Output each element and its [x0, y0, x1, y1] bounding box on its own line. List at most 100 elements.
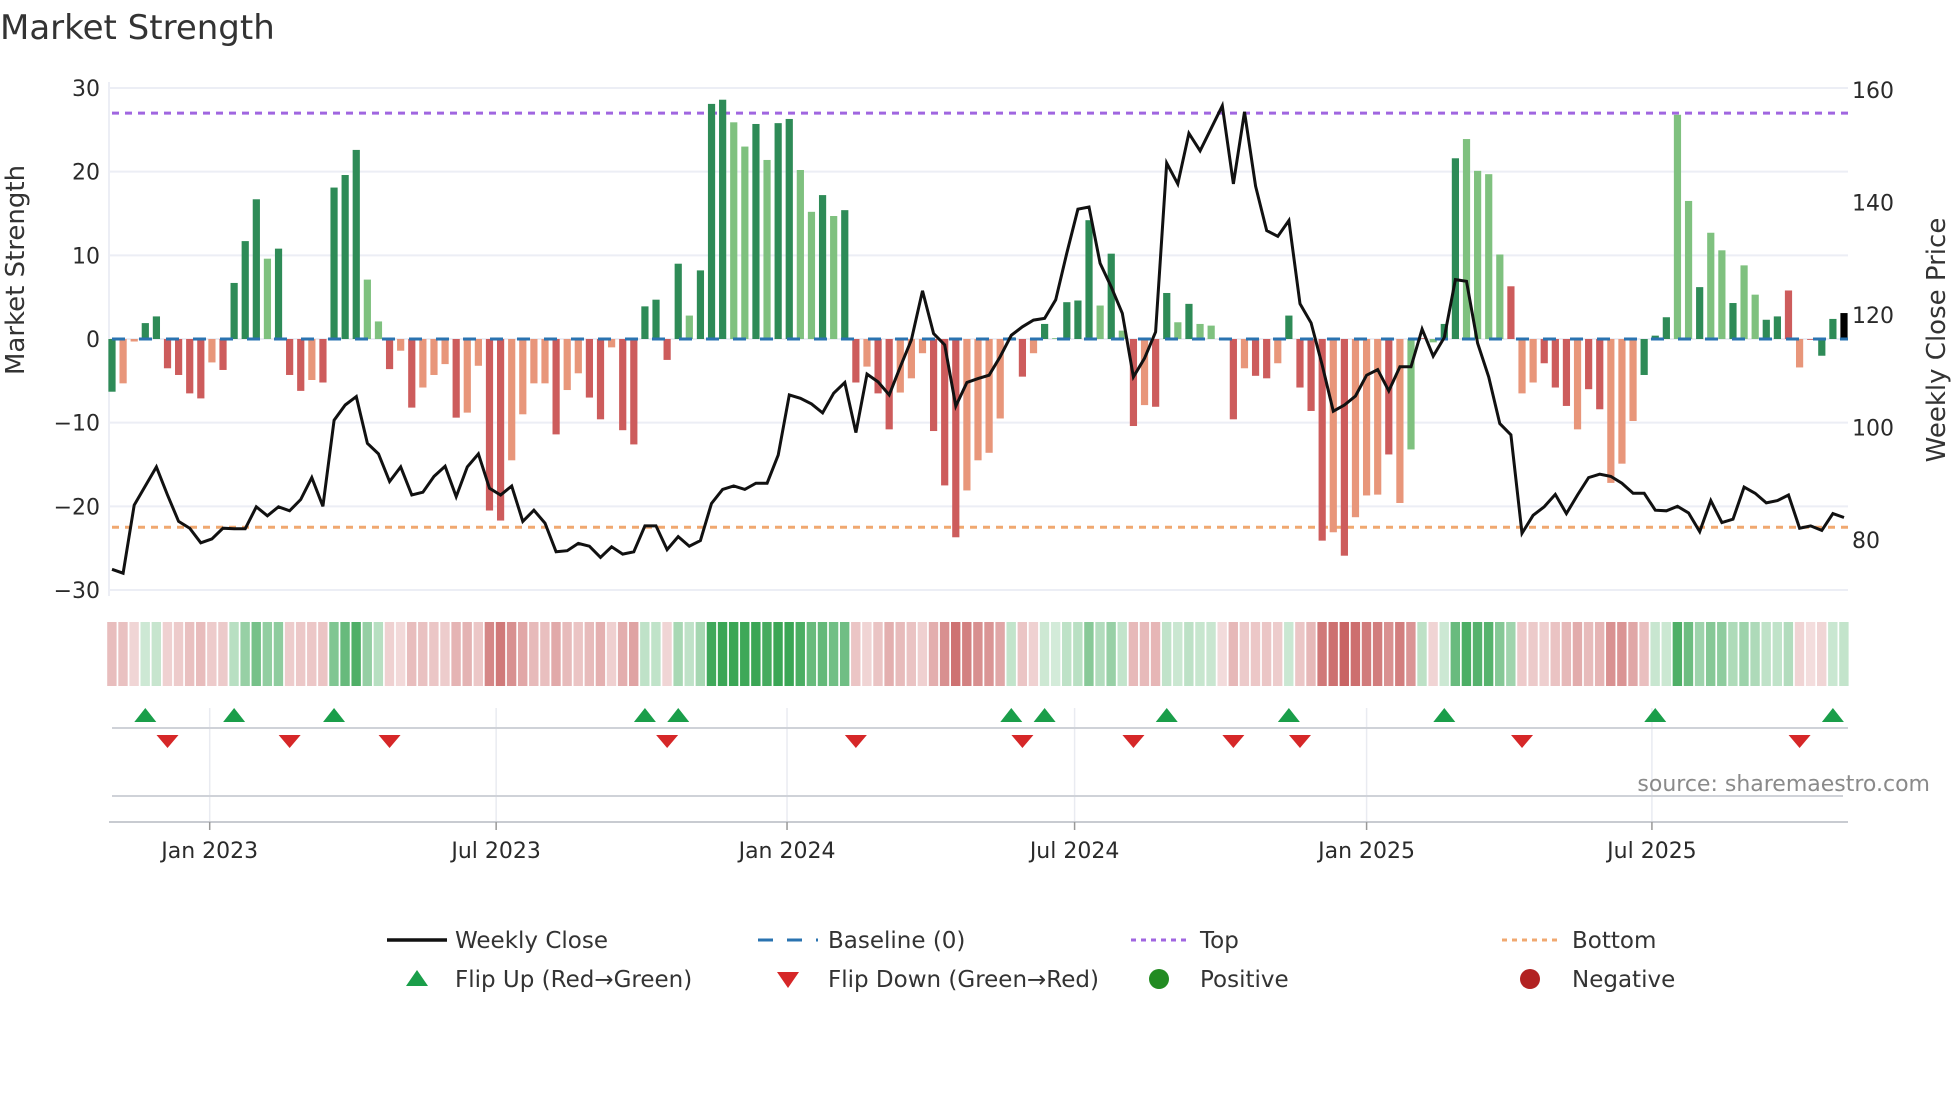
heatmap-cell — [318, 622, 328, 686]
strength-bar — [585, 339, 594, 398]
flip-up-triangle-icon — [1433, 708, 1456, 722]
heatmap-cell — [495, 622, 506, 686]
strength-bar — [1673, 114, 1682, 339]
legend-item-top: Top — [1131, 928, 1239, 954]
legend-item-flip-up-red-green: Flip Up (Red→Green) — [406, 967, 692, 993]
strength-bar — [1684, 200, 1693, 339]
heatmap-cell — [795, 622, 805, 686]
strength-bar — [186, 339, 194, 394]
heatmap-cell — [984, 622, 994, 686]
heatmap-cell — [817, 622, 828, 686]
strength-bar — [430, 339, 438, 375]
strength-bar — [1818, 339, 1826, 356]
strength-bar — [286, 339, 294, 375]
heatmap-cell — [129, 622, 139, 686]
heatmap-cell — [1683, 622, 1694, 686]
heatmap-cell — [118, 622, 128, 686]
strength-bar — [552, 339, 560, 435]
reference-lines — [112, 111, 1848, 529]
heatmap-cell — [1073, 622, 1083, 686]
source-credit: source: sharemaestro.com — [1637, 772, 1930, 797]
strength-bar — [508, 339, 516, 461]
strength-heatmap — [107, 622, 1849, 686]
heatmap-cell — [362, 622, 372, 686]
heatmap-cell — [506, 622, 517, 686]
heatmap-cell — [1062, 622, 1072, 686]
heatmap-cell — [973, 622, 983, 686]
strength-bar — [929, 339, 938, 432]
strength-bar — [830, 216, 838, 339]
heatmap-cell — [1472, 622, 1483, 686]
strength-bar — [1629, 339, 1637, 421]
strength-bar — [1018, 339, 1027, 377]
heatmap-cell — [284, 622, 295, 686]
heatmap-cell — [1095, 622, 1105, 686]
x-tick-label: Jan 2023 — [159, 839, 258, 864]
strength-bar — [208, 339, 216, 363]
legend-label: Negative — [1572, 967, 1675, 993]
strength-bar — [619, 339, 627, 431]
heatmap-cell — [573, 622, 583, 686]
strength-bar — [774, 123, 782, 339]
x-tick-label: Jul 2025 — [1605, 839, 1697, 864]
heatmap-cell — [751, 622, 761, 686]
y-tick-label: −10 — [54, 412, 100, 437]
x-axis: Jan 2023 Jul 2023 Jan 2024 Jul 2024 Jan 2025… — [109, 821, 1848, 864]
heatmap-cell — [295, 622, 306, 686]
flip-up-triangle-icon — [134, 708, 157, 722]
y2-tick-label: 120 — [1852, 304, 1894, 329]
legend-item-weekly-close: Weekly Close — [387, 928, 608, 954]
flip-up-triangle-icon — [1155, 708, 1178, 722]
strength-bar — [1718, 250, 1726, 339]
strength-bar — [1607, 339, 1615, 483]
strength-bar — [707, 103, 716, 339]
strength-bar — [918, 339, 927, 354]
heatmap-cell — [184, 622, 195, 686]
heatmap-cell — [1572, 622, 1583, 686]
heatmap-cell — [651, 622, 661, 686]
heatmap-cell — [1495, 622, 1505, 686]
heatmap-cell — [473, 622, 483, 686]
heatmap-cell — [928, 622, 939, 686]
flip-up-triangle-icon — [1821, 708, 1844, 722]
heatmap-cell — [1594, 622, 1605, 686]
legend-triangle-down-icon — [777, 972, 799, 988]
legend-item-positive: Positive — [1149, 967, 1289, 993]
heatmap-cell — [307, 622, 317, 686]
strength-bar — [1573, 339, 1582, 430]
strength-bar — [463, 339, 471, 413]
heatmap-cell — [1794, 622, 1805, 686]
flip-markers-panel — [112, 708, 1848, 822]
heatmap-cell — [273, 622, 284, 686]
y2-tick-label: 100 — [1852, 417, 1894, 442]
heatmap-cell — [1450, 622, 1461, 686]
heatmap-cell — [673, 622, 683, 686]
strength-bar — [985, 339, 993, 453]
strength-bar — [130, 339, 138, 342]
heatmap-cell — [140, 622, 150, 686]
heatmap-cell — [939, 622, 950, 686]
legend-label: Positive — [1200, 967, 1289, 993]
strength-bar — [1240, 339, 1249, 369]
heatmap-cell — [1395, 622, 1405, 686]
flip-down-triangle-icon — [156, 735, 179, 748]
strength-bar — [763, 159, 771, 339]
strength-bar — [1307, 339, 1315, 411]
strength-bar — [1129, 339, 1138, 427]
strength-bar — [1740, 265, 1748, 339]
strength-bar — [530, 339, 538, 384]
strength-bar — [1074, 300, 1082, 339]
heatmap-cell — [251, 622, 261, 686]
heatmap-cell — [1272, 622, 1283, 686]
strength-bar — [397, 339, 405, 351]
strength-bar — [1163, 292, 1171, 339]
heatmap-cell — [1617, 622, 1627, 686]
strength-bar — [141, 323, 149, 339]
heatmap-cell — [606, 622, 617, 686]
heatmap-cell — [151, 622, 162, 686]
heatmap-cell — [995, 622, 1005, 686]
strength-bar — [175, 339, 183, 375]
heatmap-cell — [1317, 622, 1327, 686]
flip-down-triangle-icon — [1122, 735, 1145, 748]
flip-up-triangle-icon — [1644, 708, 1667, 722]
